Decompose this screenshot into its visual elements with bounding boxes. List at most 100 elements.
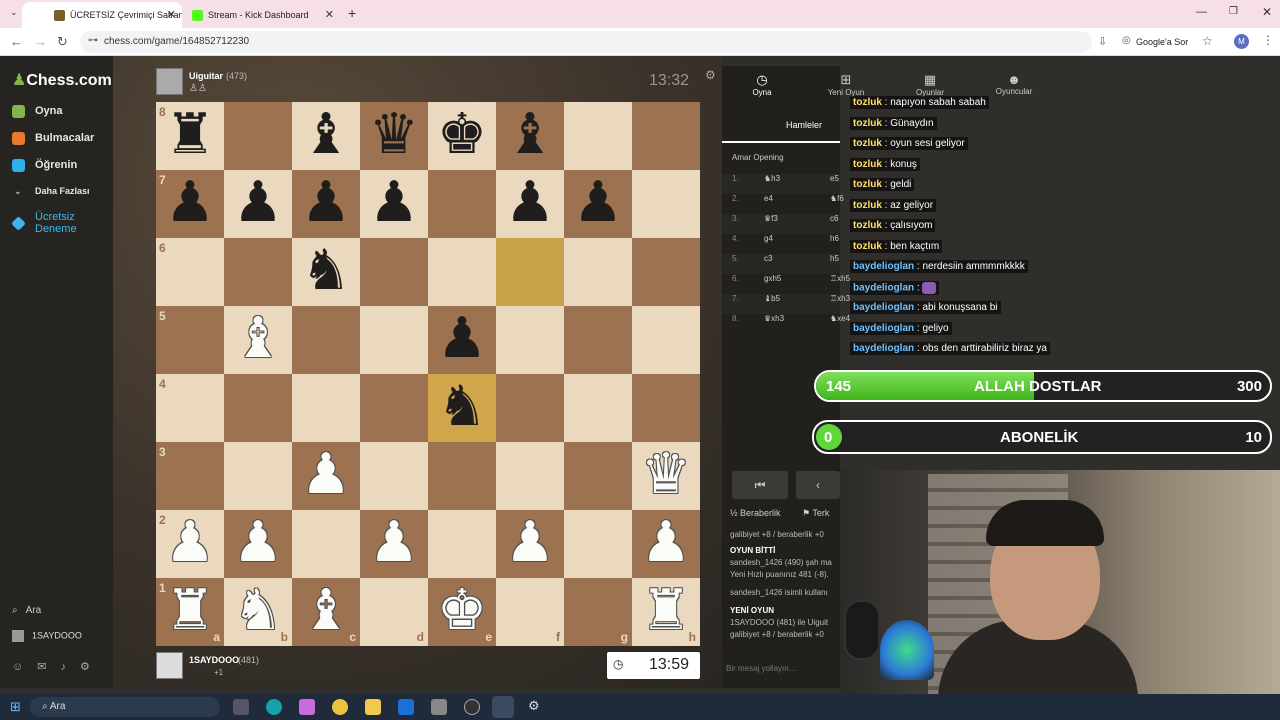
prev-move-button[interactable]: ‹ [796,471,840,499]
square-f4[interactable] [496,374,564,442]
square-c4[interactable] [292,374,360,442]
task-view-icon[interactable] [233,699,249,715]
white-piece-h2[interactable]: ♟ [632,510,700,578]
square-g6[interactable] [564,238,632,306]
square-h5[interactable] [632,306,700,374]
friends-icon[interactable]: ☺ [12,661,37,673]
black-piece-c7[interactable]: ♟ [292,170,360,238]
sidebar-item-more[interactable]: ⌄ Daha Fazlası [12,186,90,196]
square-d5[interactable] [360,306,428,374]
chrome-icon[interactable] [332,699,348,715]
square-d3[interactable] [360,442,428,510]
forward-icon[interactable]: → [34,34,47,49]
square-a6[interactable]: 6 [156,238,224,306]
browser-menu-icon[interactable]: ⋮ [1262,33,1274,47]
tab-new-game[interactable]: ⊞ Yeni Oyun [826,72,866,97]
minimize-icon[interactable]: — [1196,6,1207,18]
square-c5[interactable] [292,306,360,374]
board-settings-gear-icon[interactable]: ⚙ [705,68,716,82]
outlook-icon[interactable] [398,699,414,715]
square-e3[interactable] [428,442,496,510]
bottom-player-avatar[interactable] [156,652,183,679]
square-h8[interactable] [632,102,700,170]
white-piece-b5[interactable]: ♝ [224,306,292,374]
black-move[interactable]: h6 [830,234,839,243]
chesscom-logo[interactable]: ♟Chess.com [12,70,112,90]
sidebar-item-play[interactable]: Oyna [12,105,63,118]
message-input[interactable]: Bir mesaj yollayın... [726,664,795,673]
white-move[interactable]: c3 [764,254,772,263]
chrome-active-icon[interactable] [492,696,514,718]
square-a4[interactable]: 4 [156,374,224,442]
square-h4[interactable] [632,374,700,442]
black-piece-c6[interactable]: ♞ [292,238,360,306]
subtab-moves[interactable]: Hamleler [786,120,822,130]
black-piece-a7[interactable]: ♟ [156,170,224,238]
tab-kick[interactable]: Stream - Kick Dashboard ✕ [160,2,340,28]
install-app-icon[interactable]: ⇩ [1098,35,1107,48]
black-piece-a8[interactable]: ♜ [156,102,224,170]
black-move[interactable]: e5 [830,174,839,183]
square-a3[interactable]: 3 [156,442,224,510]
top-player-avatar[interactable] [156,68,183,95]
bottom-player-name[interactable]: 1SAYDOOO [189,655,239,665]
tab-play[interactable]: ◷ Oyna [742,72,782,97]
sidebar-item-free-trial[interactable]: Ücretsiz Deneme [11,211,102,235]
settings-gear-icon[interactable]: ⚙ [80,661,104,673]
windows-start-icon[interactable]: ⊞ [10,699,21,715]
maximize-icon[interactable]: ❐ [1229,6,1238,17]
white-move[interactable]: ♞h3 [764,174,780,183]
store-icon[interactable] [431,699,447,715]
black-piece-f7[interactable]: ♟ [496,170,564,238]
square-d6[interactable] [360,238,428,306]
black-piece-e5[interactable]: ♟ [428,306,496,374]
square-d1[interactable]: d [360,578,428,646]
white-piece-h1[interactable]: ♜ [632,578,700,646]
tab-games[interactable]: ▦ Oyunlar [910,72,950,97]
square-g5[interactable] [564,306,632,374]
top-player-name[interactable]: Uiguitar [189,71,223,81]
new-tab-icon[interactable]: + [348,5,356,21]
black-piece-e8[interactable]: ♚ [428,102,496,170]
sidebar-user[interactable]: 1SAYDOOO [12,630,82,642]
google-lens-icon[interactable]: ◎ [1122,35,1131,46]
square-e6[interactable] [428,238,496,306]
white-piece-c1[interactable]: ♝ [292,578,360,646]
sidebar-item-puzzles[interactable]: Bulmacalar [12,132,94,145]
black-move[interactable]: ♞f6 [830,194,844,203]
white-piece-f2[interactable]: ♟ [496,510,564,578]
site-info-icon[interactable]: ⊶ [88,35,98,46]
sidebar-item-learn[interactable]: Öğrenin [12,159,77,172]
square-b6[interactable] [224,238,292,306]
resign-button[interactable]: ⚑ Terk [802,508,829,519]
square-g1[interactable]: g [564,578,632,646]
close-tab-icon[interactable]: ✕ [325,8,334,21]
black-piece-g7[interactable]: ♟ [564,170,632,238]
tab-players[interactable]: ☻ Oyuncular [994,72,1034,96]
square-d4[interactable] [360,374,428,442]
white-piece-h3[interactable]: ♛ [632,442,700,510]
window-close-icon[interactable]: ✕ [1262,5,1272,19]
black-piece-e4[interactable]: ♞ [428,374,496,442]
black-piece-c8[interactable]: ♝ [292,102,360,170]
square-h7[interactable] [632,170,700,238]
square-g3[interactable] [564,442,632,510]
square-c2[interactable] [292,510,360,578]
file-explorer-icon[interactable] [365,699,381,715]
square-g8[interactable] [564,102,632,170]
square-h6[interactable] [632,238,700,306]
square-f6[interactable] [496,238,564,306]
black-move[interactable]: h5 [830,254,839,263]
white-piece-a2[interactable]: ♟ [156,510,224,578]
white-piece-e1[interactable]: ♚ [428,578,496,646]
url-field[interactable]: ⊶ chess.com/game/164852712230 [80,31,1092,53]
google-ask-label[interactable]: Google'a Sor [1136,37,1188,47]
white-piece-b1[interactable]: ♞ [224,578,292,646]
white-piece-c3[interactable]: ♟ [292,442,360,510]
white-piece-b2[interactable]: ♟ [224,510,292,578]
square-b4[interactable] [224,374,292,442]
first-move-button[interactable]: ⏮ [732,471,788,499]
square-a5[interactable]: 5 [156,306,224,374]
white-move[interactable]: gxh5 [764,274,781,283]
white-piece-a1[interactable]: ♜ [156,578,224,646]
